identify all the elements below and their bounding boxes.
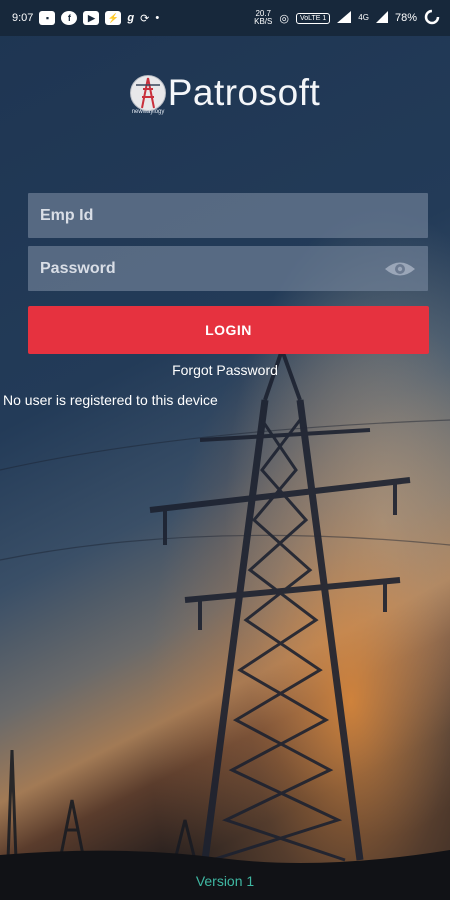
signal-icon — [337, 10, 352, 26]
device-registration-notice: No user is registered to this device — [3, 392, 218, 408]
signal-tag: 4G — [358, 13, 369, 22]
version-label: Version 1 — [195, 873, 255, 889]
password-input[interactable] — [38, 258, 372, 279]
dot-icon: • — [155, 12, 160, 24]
tower-logo-icon: newwaylogy — [129, 75, 166, 115]
app-logo: newwaylogy Patrosoft — [0, 72, 450, 115]
facebook-icon: f — [61, 11, 78, 25]
show-password-eye-icon[interactable] — [384, 260, 416, 278]
app-name: Patrosoft — [167, 72, 321, 113]
signal-icon-2 — [375, 10, 388, 26]
sync-icon: ⟳ — [140, 12, 150, 25]
hotspot-icon: ◎ — [279, 12, 289, 25]
network-badge: VoLTE 1 — [295, 12, 331, 24]
emp-id-input[interactable] — [38, 205, 418, 226]
status-time: 9:07 — [12, 12, 34, 24]
message-icon: ▪ — [39, 11, 56, 25]
net-speed: 20.7 KB/S — [254, 10, 272, 26]
background-image — [0, 0, 450, 900]
youtube-icon: ▶ — [83, 11, 100, 25]
login-button[interactable]: LOGIN — [28, 306, 429, 354]
battery-level: 78% — [394, 12, 417, 24]
logo-subtitle: newwaylogy — [131, 109, 165, 115]
battery-icon — [424, 9, 440, 28]
messenger-icon: ⚡ — [105, 11, 122, 25]
password-field-container — [28, 246, 428, 291]
g-icon: g — [127, 12, 135, 24]
status-bar: 9:07 ▪ f ▶ ⚡ g ⟳ • 20.7 KB/S ◎ VoLTE 1 4… — [0, 0, 450, 36]
forgot-password-link[interactable]: Forgot Password — [0, 362, 450, 378]
net-speed-unit: KB/S — [254, 17, 273, 26]
emp-id-field-container — [28, 193, 428, 238]
